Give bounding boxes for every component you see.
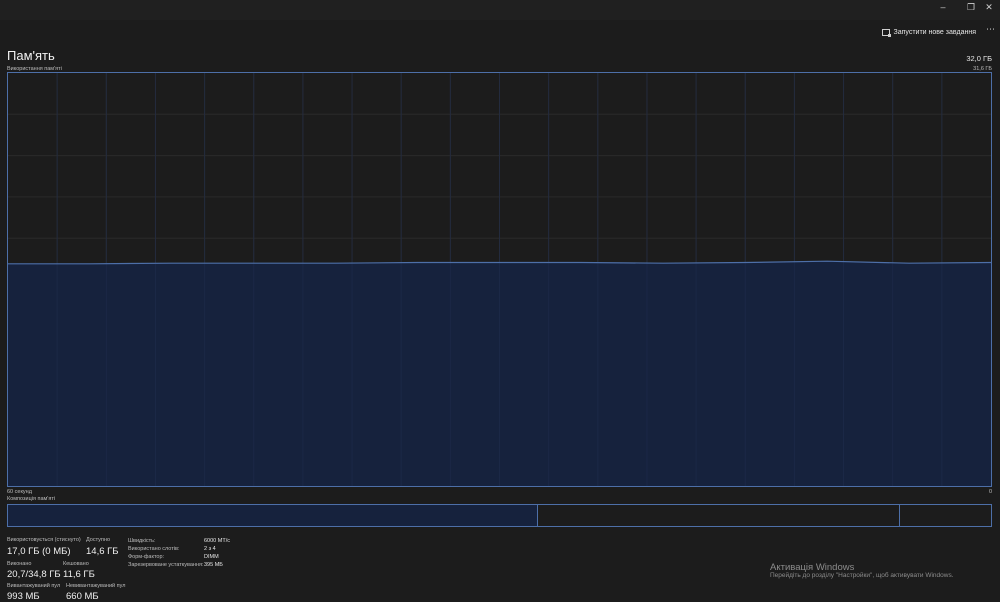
speed-label: Швидкість: bbox=[128, 538, 156, 544]
activation-watermark-text: Перейдіть до розділу "Настройки", щоб ак… bbox=[770, 572, 954, 579]
run-new-task-button[interactable]: Запустити нове завдання bbox=[881, 26, 977, 38]
total-memory: 32,0 ГБ bbox=[966, 54, 992, 63]
form-factor-label: Форм-фактор: bbox=[128, 554, 165, 560]
reserved-value: 395 МБ bbox=[204, 562, 223, 568]
form-factor-value: DIMM bbox=[204, 554, 219, 560]
command-bar: Запустити нове завдання ⋯ bbox=[0, 20, 1000, 42]
composition-label: Композиція пам'яті bbox=[7, 496, 56, 502]
paged-pool-value: 993 МБ bbox=[7, 591, 40, 602]
title-bar: – ❐ ✕ bbox=[0, 0, 1000, 20]
speed-value: 6000 MT/с bbox=[204, 538, 230, 544]
memory-usage-svg bbox=[8, 73, 991, 486]
new-task-icon bbox=[881, 28, 891, 37]
more-icon[interactable]: ⋯ bbox=[986, 24, 996, 35]
chart-time-left: 60 секунд bbox=[7, 489, 32, 495]
in-use-label: Використовується (стиснуто) bbox=[7, 537, 81, 543]
close-icon[interactable]: ✕ bbox=[978, 0, 1000, 16]
cached-label: Кешовано bbox=[63, 561, 89, 567]
available-label: Доступно bbox=[86, 537, 111, 543]
composition-in-use[interactable] bbox=[8, 505, 538, 526]
committed-value: 20,7/34,8 ГБ bbox=[7, 569, 61, 580]
slots-label: Використано слотів: bbox=[128, 546, 180, 552]
in-use-value: 17,0 ГБ (0 МБ) bbox=[7, 546, 71, 557]
slots-value: 2 з 4 bbox=[204, 546, 216, 552]
nonpaged-pool-label: Невивантажуваний пул bbox=[66, 583, 126, 589]
page-title: Пам'ять bbox=[7, 48, 55, 63]
composition-standby[interactable] bbox=[900, 505, 991, 526]
available-value: 14,6 ГБ bbox=[86, 546, 119, 557]
memory-usage-chart bbox=[7, 72, 992, 487]
nonpaged-pool-value: 660 МБ bbox=[66, 591, 99, 602]
composition-modified[interactable] bbox=[538, 505, 900, 526]
committed-label: Виконано bbox=[7, 561, 32, 567]
minimize-icon[interactable]: – bbox=[932, 0, 954, 16]
memory-composition-bar bbox=[7, 504, 992, 527]
cached-value: 11,6 ГБ bbox=[63, 569, 95, 580]
reserved-label: Зарезервоване устаткування: bbox=[128, 562, 204, 568]
paged-pool-label: Вивантажуваний пул bbox=[7, 583, 61, 589]
chart-time-right: 0 bbox=[988, 489, 992, 495]
run-new-task-label: Запустити нове завдання bbox=[893, 28, 977, 36]
